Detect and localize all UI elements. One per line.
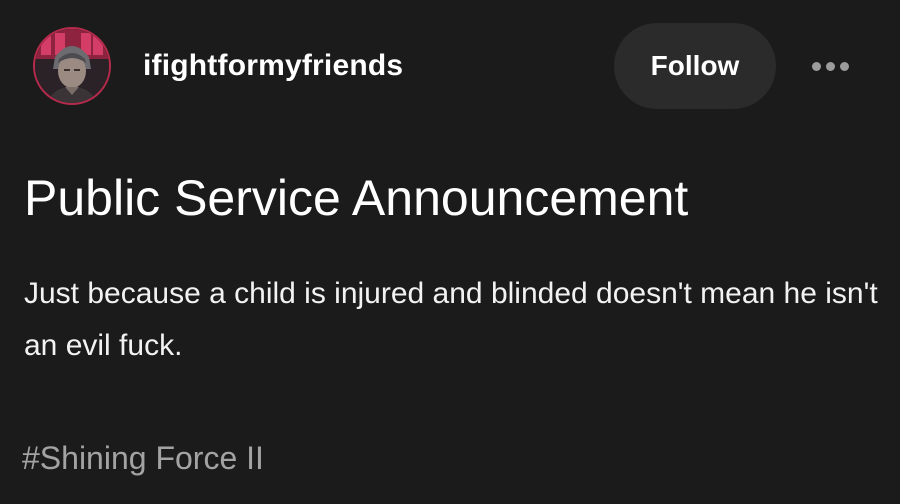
avatar-portrait-icon	[35, 29, 109, 103]
username-link[interactable]: ifightformyfriends	[143, 48, 403, 84]
post-header: ifightformyfriends Follow	[0, 0, 900, 130]
more-horizontal-icon	[839, 61, 849, 71]
more-horizontal-icon	[825, 61, 835, 71]
post-title: Public Service Announcement	[24, 170, 689, 226]
post-tag[interactable]: #Shining Force II	[22, 436, 264, 480]
post-card: ifightformyfriends Follow Public Service…	[0, 0, 900, 504]
user-avatar[interactable]	[33, 27, 111, 105]
follow-button[interactable]: Follow	[614, 23, 776, 109]
post-body: Just because a child is injured and blin…	[24, 277, 878, 362]
more-options-button[interactable]	[800, 46, 860, 86]
more-horizontal-icon	[811, 61, 821, 71]
